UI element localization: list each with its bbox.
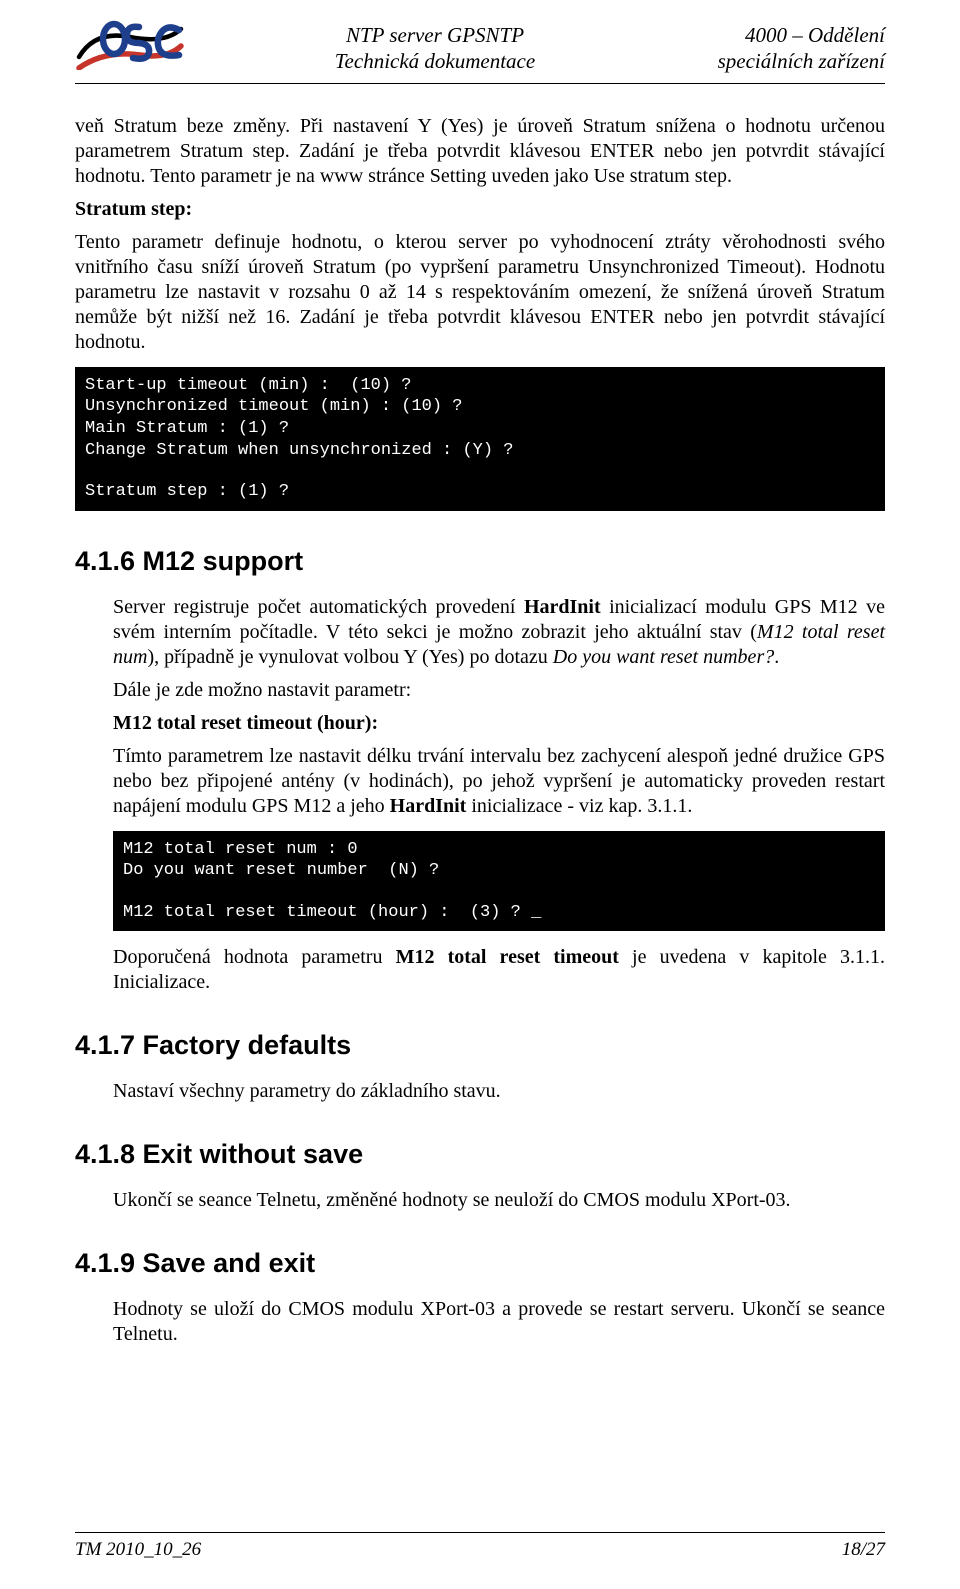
s416-paragraph-3: Tímto parametrem lze nastavit délku trvá…: [113, 744, 885, 819]
s417-paragraph-1: Nastaví všechny parametry do základního …: [113, 1079, 885, 1104]
header-title-line1: NTP server GPSNTP: [346, 23, 524, 47]
heading-4-1-9: 4.1.9 Save and exit: [75, 1247, 885, 1281]
terminal-output-1: Start-up timeout (min) : (10) ? Unsynchr…: [75, 367, 885, 511]
heading-4-1-6: 4.1.6 M12 support: [75, 545, 885, 579]
footer-page-number: 18/27: [842, 1539, 885, 1561]
term1-line5: Stratum step : (1) ?: [85, 482, 289, 501]
term1-line1: Start-up timeout (min) : (10) ?: [85, 376, 411, 395]
term2-line2: Do you want reset number (N) ?: [123, 861, 439, 880]
header-right-line1: 4000 – Oddělení: [745, 23, 885, 47]
s419-paragraph-1: Hodnoty se uloží do CMOS modulu XPort-03…: [113, 1297, 885, 1347]
header-title-line2: Technická dokumentace: [335, 49, 535, 73]
header-right-title: 4000 – Oddělení speciálních zařízení: [685, 20, 885, 75]
term1-line3: Main Stratum : (1) ?: [85, 419, 289, 438]
section-4-1-6-body: Server registruje počet automatických pr…: [113, 595, 885, 996]
section-4-1-7-body: Nastaví všechny parametry do základního …: [113, 1079, 885, 1104]
paragraph-stratum-step: Tento parametr definuje hodnotu, o ktero…: [75, 230, 885, 355]
heading-4-1-7: 4.1.7 Factory defaults: [75, 1029, 885, 1063]
heading-4-1-8: 4.1.8 Exit without save: [75, 1138, 885, 1172]
s416-paragraph-1: Server registruje počet automatických pr…: [113, 595, 885, 670]
terminal-output-2: M12 total reset num : 0 Do you want rese…: [113, 831, 885, 932]
label-stratum-step: Stratum step:: [75, 197, 885, 222]
page-content: veň Stratum beze změny. Při nastavení Y …: [75, 114, 885, 1511]
term2-line1: M12 total reset num : 0: [123, 840, 358, 859]
s416-paragraph-4: Doporučená hodnota parametru M12 total r…: [113, 945, 885, 995]
page-header: NTP server GPSNTP Technická dokumentace …: [75, 20, 885, 84]
s416-paragraph-2: Dále je zde možno nastavit parametr:: [113, 678, 885, 703]
footer-doc-id: TM 2010_10_26: [75, 1539, 201, 1561]
term1-line4: Change Stratum when unsynchronized : (Y)…: [85, 441, 513, 460]
page-footer: TM 2010_10_26 18/27: [75, 1532, 885, 1561]
term1-line2: Unsynchronized timeout (min) : (10) ?: [85, 397, 462, 416]
header-center-title: NTP server GPSNTP Technická dokumentace: [185, 20, 685, 75]
section-4-1-9-body: Hodnoty se uloží do CMOS modulu XPort-03…: [113, 1297, 885, 1347]
header-right-line2: speciálních zařízení: [718, 49, 885, 73]
term2-line3: M12 total reset timeout (hour) : (3) ? _: [123, 903, 541, 922]
label-m12-total-reset-timeout: M12 total reset timeout (hour):: [113, 711, 885, 736]
s418-paragraph-1: Ukončí se seance Telnetu, změněné hodnot…: [113, 1188, 885, 1213]
section-4-1-8-body: Ukončí se seance Telnetu, změněné hodnot…: [113, 1188, 885, 1213]
term1-blank: [85, 462, 875, 482]
term2-blank: [123, 882, 875, 902]
paragraph-intro: veň Stratum beze změny. Při nastavení Y …: [75, 114, 885, 189]
page: NTP server GPSNTP Technická dokumentace …: [0, 0, 960, 1589]
logo-osc: [75, 20, 185, 70]
osc-logo-icon: [75, 20, 185, 70]
